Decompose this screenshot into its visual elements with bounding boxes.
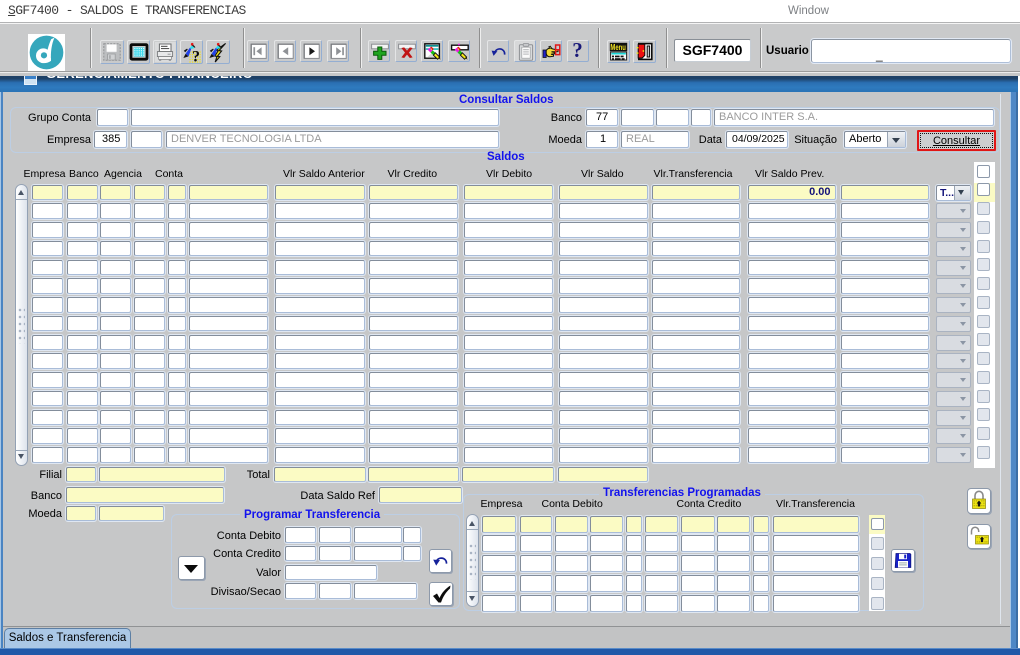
- svg-text:?: ?: [192, 49, 200, 64]
- svg-text:Menu: Menu: [610, 43, 626, 52]
